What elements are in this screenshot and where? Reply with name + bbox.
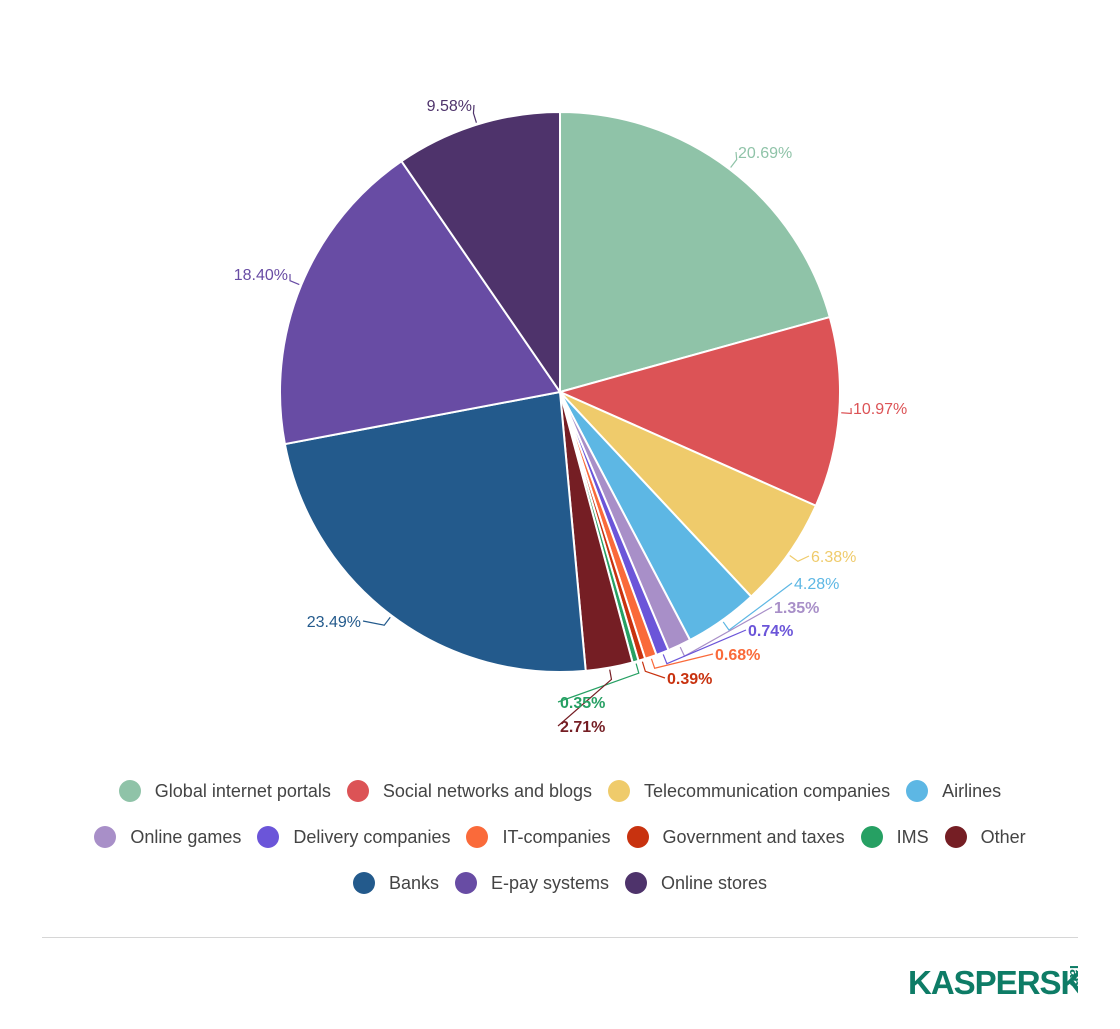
- legend-label: Telecommunication companies: [644, 780, 891, 801]
- legend-label: Airlines: [942, 780, 1002, 801]
- legend-swatch-icon: [860, 826, 883, 848]
- data-label: 18.40%: [234, 267, 288, 284]
- data-label: 1.35%: [774, 600, 819, 617]
- legend-item[interactable]: IMS: [860, 826, 929, 848]
- legend-item[interactable]: IT-companies: [466, 826, 611, 848]
- data-label: 2.71%: [560, 719, 605, 736]
- legend-item[interactable]: Airlines: [906, 780, 1001, 802]
- chart-legend: Global internet portals Social networks a…: [0, 768, 1120, 906]
- legend-item[interactable]: Telecommunication companies: [608, 780, 890, 802]
- legend-item[interactable]: Other: [944, 826, 1026, 848]
- legend-swatch-icon: [466, 826, 489, 848]
- legend-label: Banks: [388, 872, 439, 893]
- leader-line: [789, 555, 810, 563]
- legend-label: Online stores: [661, 872, 768, 893]
- legend-item[interactable]: Banks: [352, 872, 439, 894]
- divider: [42, 937, 1078, 938]
- leader-line: [472, 104, 477, 123]
- legend-swatch-icon: [352, 872, 375, 894]
- legend-row: Global internet portals Social networks a…: [0, 768, 1120, 814]
- legend-swatch-icon: [906, 780, 929, 802]
- data-label: 6.38%: [811, 549, 856, 566]
- legend-label: Other: [980, 826, 1026, 847]
- leader-line: [841, 407, 852, 415]
- legend-item[interactable]: Government and taxes: [626, 826, 845, 848]
- legend-item[interactable]: Online games: [94, 826, 241, 848]
- leader-line: [730, 151, 738, 168]
- legend-item[interactable]: Delivery companies: [257, 826, 450, 848]
- data-label: 0.68%: [715, 647, 760, 664]
- data-label: 0.74%: [748, 623, 793, 640]
- legend-label: Government and taxes: [662, 826, 845, 847]
- legend-swatch-icon: [346, 780, 369, 802]
- legend-swatch-icon: [118, 780, 141, 802]
- legend-label: IT-companies: [502, 826, 611, 847]
- data-label: 23.49%: [307, 614, 361, 631]
- leader-line: [289, 273, 300, 286]
- logo-suffix: lab: [1066, 965, 1078, 987]
- legend-item[interactable]: Global internet portals: [118, 780, 331, 802]
- legend-swatch-icon: [454, 872, 477, 894]
- kaspersky-lab-logo: KASPERSKY lab: [908, 962, 1106, 1007]
- legend-label: Delivery companies: [293, 826, 451, 847]
- logo-text: KASPERSKY: [908, 964, 1078, 1001]
- legend-item[interactable]: Online stores: [625, 872, 767, 894]
- data-label: 10.97%: [853, 401, 907, 418]
- legend-item[interactable]: Social networks and blogs: [346, 780, 593, 802]
- data-label: 4.28%: [794, 576, 839, 593]
- legend-swatch-icon: [944, 826, 967, 848]
- legend-label: Online games: [130, 826, 242, 847]
- data-label: 9.58%: [427, 98, 472, 115]
- legend-label: IMS: [896, 826, 929, 847]
- legend-row: Online games Delivery companies IT-compani…: [0, 814, 1120, 860]
- legend-swatch-icon: [608, 780, 631, 802]
- leader-line: [650, 653, 714, 669]
- legend-swatch-icon: [94, 826, 117, 848]
- legend-swatch-icon: [626, 826, 649, 848]
- legend-item[interactable]: E-pay systems: [454, 872, 609, 894]
- leader-line: [362, 616, 391, 626]
- pie-chart: 20.69%10.97%6.38%4.28%1.35%0.74%0.68%0.3…: [234, 98, 908, 736]
- data-label: 0.39%: [667, 671, 712, 688]
- legend-swatch-icon: [625, 872, 647, 894]
- legend-row: Banks E-pay systems Online stores: [0, 860, 1120, 906]
- legend-label: Social networks and blogs: [382, 780, 593, 801]
- data-label: 20.69%: [738, 145, 792, 162]
- legend-label: E-pay systems: [490, 872, 609, 893]
- data-label: 0.35%: [560, 695, 605, 712]
- legend-label: Global internet portals: [154, 780, 331, 801]
- legend-swatch-icon: [257, 826, 280, 848]
